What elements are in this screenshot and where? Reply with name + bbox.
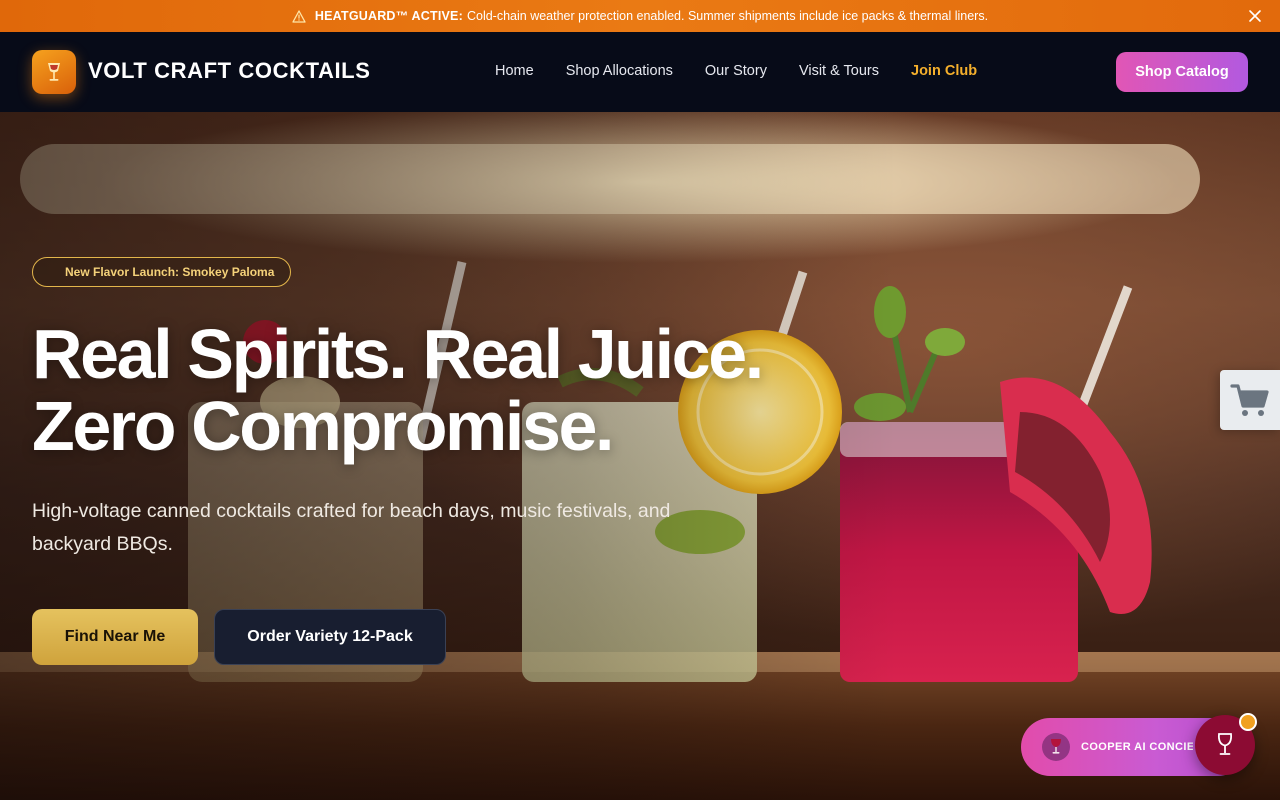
warning-icon xyxy=(292,9,306,23)
hero-subtext: High-voltage canned cocktails crafted fo… xyxy=(32,500,671,555)
nav-join-club[interactable]: Join Club xyxy=(911,63,977,79)
nav-visit-tours[interactable]: Visit & Tours xyxy=(799,63,879,79)
logo[interactable] xyxy=(32,50,76,94)
close-icon[interactable] xyxy=(1248,9,1262,23)
find-near-me-button[interactable]: Find Near Me xyxy=(32,609,198,665)
order-variety-pack-button[interactable]: Order Variety 12-Pack xyxy=(214,609,446,665)
main-nav: Home Shop Allocations Our Story Visit & … xyxy=(495,63,977,79)
nav-shop-allocations[interactable]: Shop Allocations xyxy=(566,63,673,79)
notification-dot xyxy=(1239,713,1257,731)
site-header: VOLT CRAFT COCKTAILS Home Shop Allocatio… xyxy=(0,32,1280,112)
side-cart-button[interactable] xyxy=(1220,370,1280,430)
hero-headline: Real Spirits. Real Juice. Zero Compromis… xyxy=(32,315,764,465)
wine-glass-icon xyxy=(1217,733,1233,755)
wine-glass-icon xyxy=(1042,733,1070,761)
announcement-bar: HEATGUARD™ ACTIVE: Cold-chain weather pr… xyxy=(0,0,1280,32)
shopping-cart-icon xyxy=(1230,384,1269,416)
announcement-label: HEATGUARD™ ACTIVE: xyxy=(314,9,463,23)
shop-catalog-button[interactable]: Shop Catalog xyxy=(1116,52,1248,92)
new-flavor-badge[interactable]: New Flavor Launch: Smokey Paloma xyxy=(32,257,292,287)
cocktail-glass-icon xyxy=(48,63,60,81)
brand-name[interactable]: VOLT CRAFT COCKTAILS xyxy=(88,58,371,84)
concierge-label: COOPER AI CONCIERGE xyxy=(1081,741,1193,753)
nav-home[interactable]: Home xyxy=(495,63,534,79)
nav-our-story[interactable]: Our Story xyxy=(705,63,767,79)
headline-line-2: Zero Compromise. xyxy=(32,387,614,465)
hero-section: New Flavor Launch: Smokey Paloma Real Sp… xyxy=(0,112,1280,800)
headline-line-1: Real Spirits. Real Juice. xyxy=(32,315,764,393)
announcement-text: Cold-chain weather protection enabled. S… xyxy=(466,9,989,23)
